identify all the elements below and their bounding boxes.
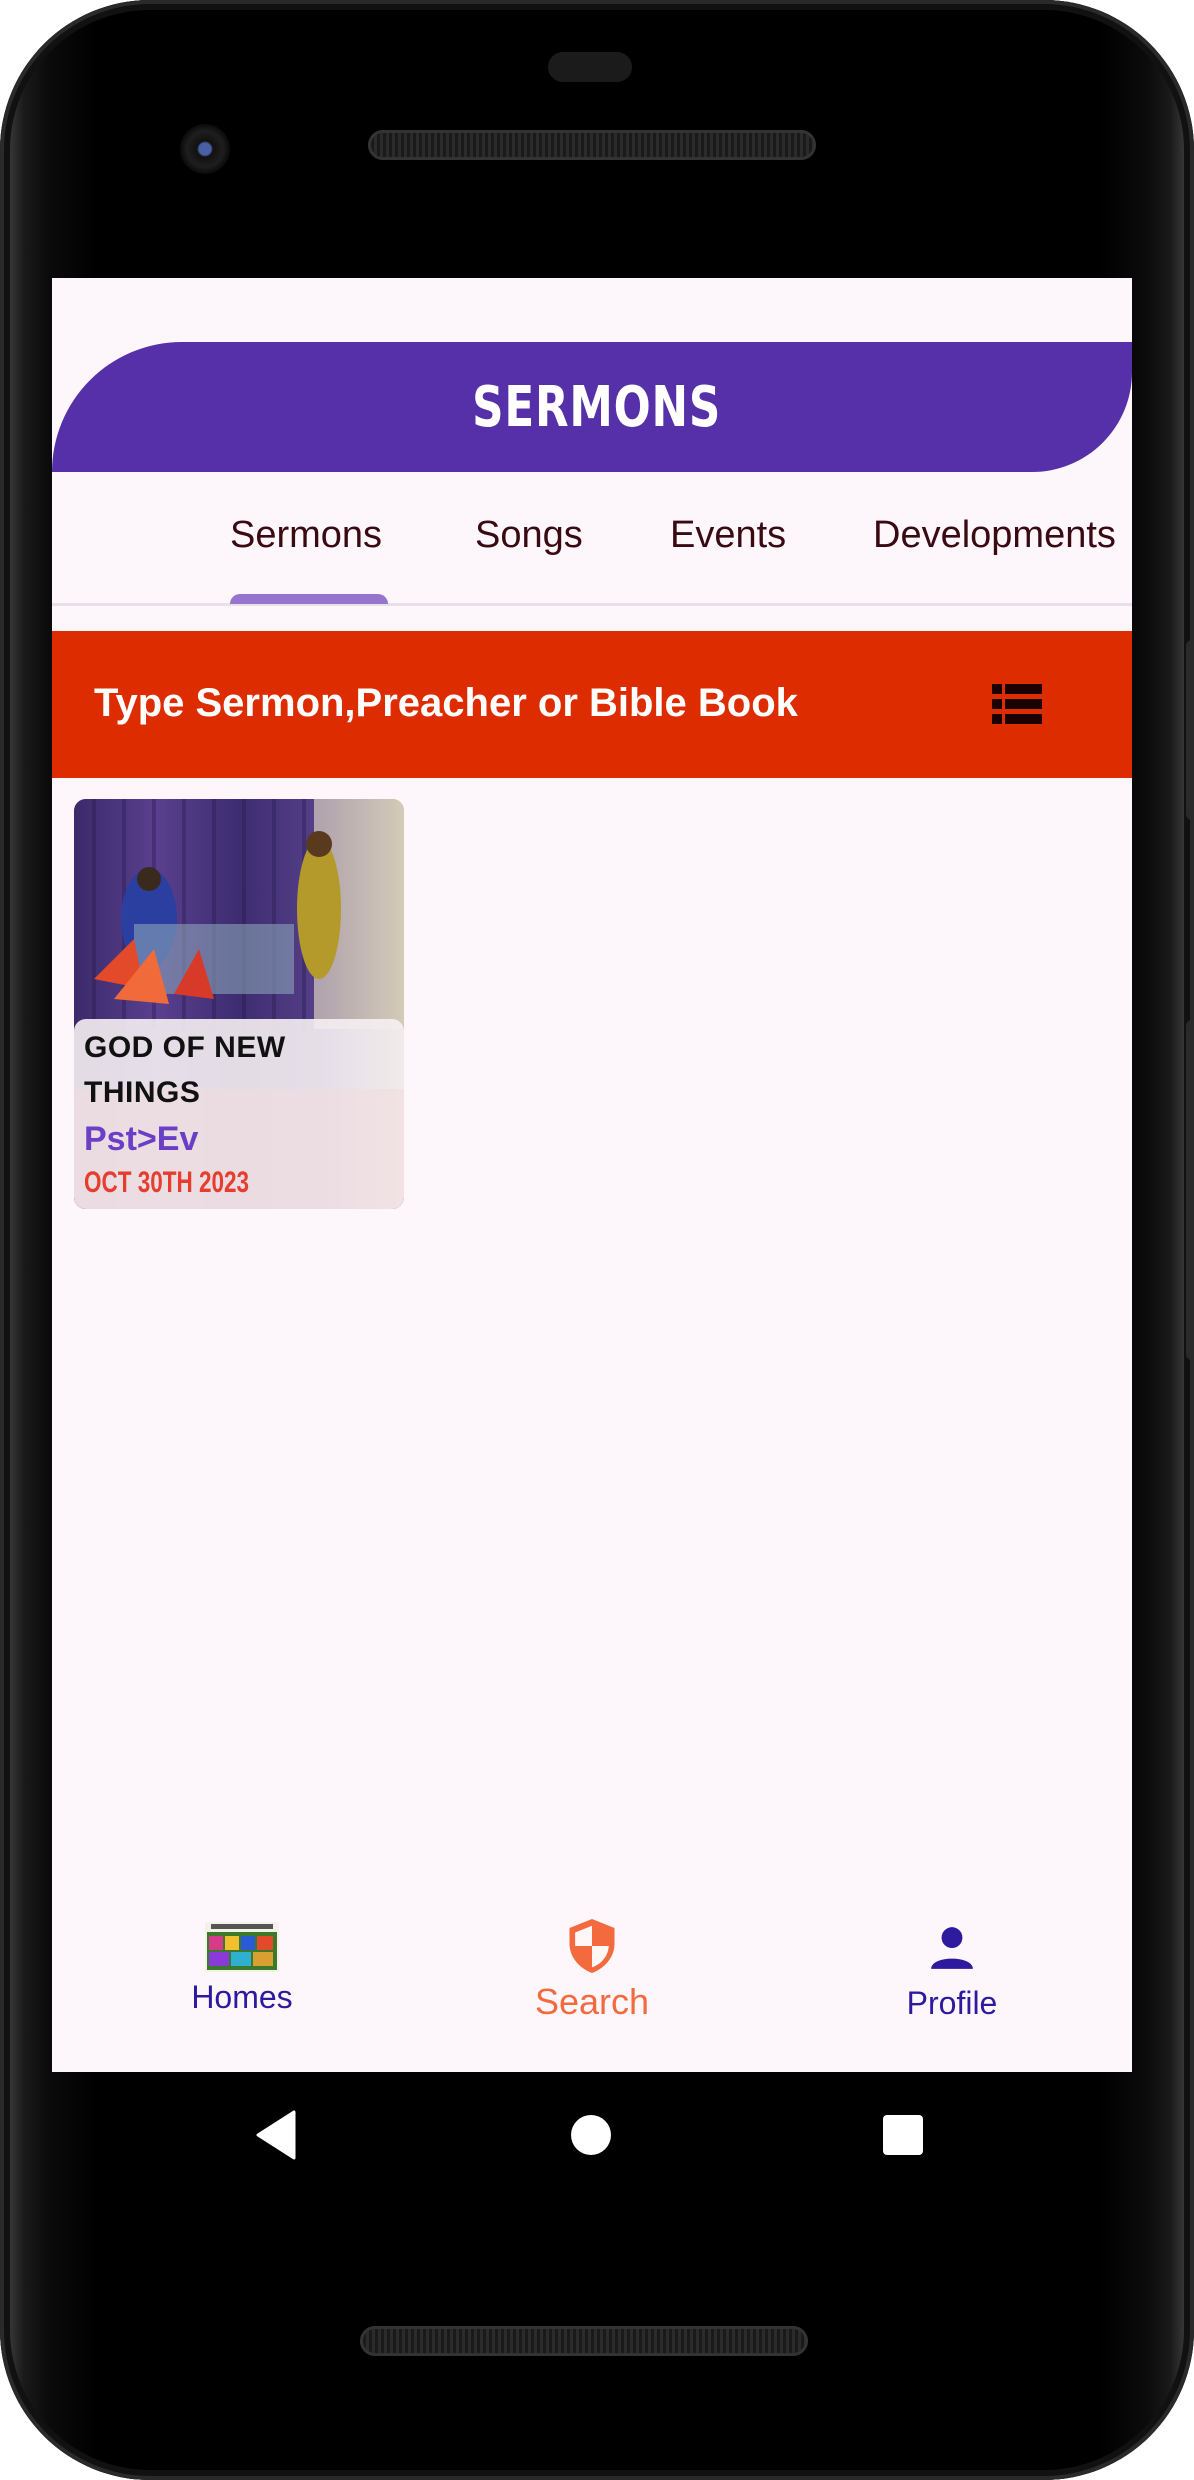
tab-bar: Sermons Songs Events Developments [52,474,1132,606]
app-screen: SERMONS Sermons Songs Events Development… [52,278,1132,2072]
phone-frame: SERMONS Sermons Songs Events Development… [0,0,1194,2480]
sermon-card[interactable]: GOD OF NEW THINGS Pst>Ev OCT 30TH 2023 [74,799,404,1209]
nav-homes-label: Homes [191,1979,293,2015]
front-camera [180,124,230,174]
sermon-title: GOD OF NEW THINGS [84,1031,286,1109]
sermon-info: GOD OF NEW THINGS Pst>Ev OCT 30TH 2023 [74,1019,404,1209]
nav-search-label: Search [534,1981,650,2022]
header-banner: SERMONS [52,342,1132,472]
tab-indicator [230,594,388,604]
nav-profile-label: Profile [906,1985,998,2021]
home-icon[interactable] [570,2114,612,2156]
tab-events[interactable]: Events [670,514,786,557]
search-bar[interactable]: Type Sermon,Preacher or Bible Book [52,631,1132,778]
nav-search[interactable]: Search [512,1916,672,2023]
list-icon[interactable] [992,684,1042,724]
earpiece [548,52,632,82]
nav-profile[interactable]: Profile [872,1922,1032,2022]
tab-sermons[interactable]: Sermons [230,514,382,557]
person-icon [931,1927,973,1969]
homes-thumbnail-icon [205,1922,279,1972]
status-bar [52,278,1132,340]
recents-icon[interactable] [882,2114,924,2156]
bottom-speaker [360,2326,808,2356]
bottom-navigation: Homes Search Profile [52,1898,1132,2072]
tab-songs[interactable]: Songs [475,514,583,557]
system-navigation-bar [0,2072,1194,2202]
sermon-date: OCT 30TH 2023 [84,1166,250,1199]
shield-icon [569,1919,615,1973]
nav-homes[interactable]: Homes [172,1922,312,2016]
volume-button [1186,640,1194,820]
sermon-preacher: Pst>Ev [84,1120,199,1158]
tab-developments[interactable]: Developments [873,514,1116,557]
search-placeholder[interactable]: Type Sermon,Preacher or Bible Book [94,681,798,726]
back-icon[interactable] [254,2110,298,2160]
top-speaker [368,130,816,160]
page-title: SERMONS [472,374,722,440]
power-button [1186,1020,1194,1360]
